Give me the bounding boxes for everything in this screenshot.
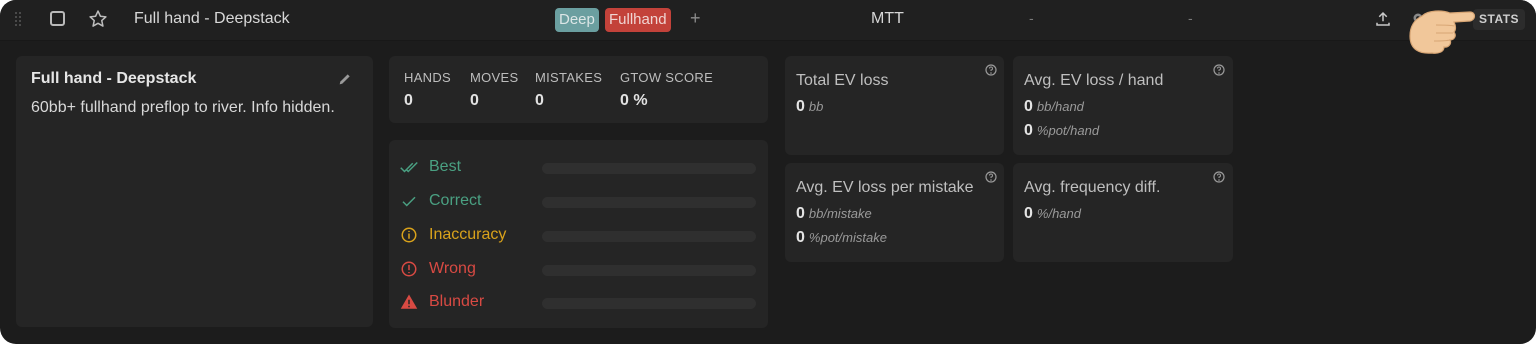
upload-icon[interactable] xyxy=(1374,10,1392,28)
help-icon[interactable] xyxy=(985,171,997,183)
stat-label: Avg. frequency diff. xyxy=(1024,179,1161,196)
grade-progress-bar xyxy=(542,231,756,242)
grade-progress-bar xyxy=(542,163,756,174)
drill-title: Full hand - Deepstack xyxy=(134,10,290,27)
hands-count: HANDS 0 xyxy=(404,70,451,110)
count-label: GTOW SCORE xyxy=(620,70,714,85)
avg-ev-loss-hand-card: Avg. EV loss / hand 0 bb/hand 0 %pot/hand xyxy=(1013,56,1233,155)
stat-value: 0 bb xyxy=(796,98,823,116)
grade-label: Wrong xyxy=(429,260,476,277)
grade-label: Inaccuracy xyxy=(429,226,507,243)
count-label: MISTAKES xyxy=(535,70,603,85)
tag-fullhand[interactable]: Fullhand xyxy=(605,8,671,32)
stat-label: Total EV loss xyxy=(796,72,889,89)
moves-count: MOVES 0 xyxy=(470,70,518,110)
mistakes-count: MISTAKES 0 xyxy=(535,70,602,110)
stat-label: Avg. EV loss per mistake xyxy=(796,179,974,196)
drill-info-card: Full hand - Deepstack 60bb+ fullhand pre… xyxy=(16,56,373,327)
field-2-value: - xyxy=(1188,10,1193,26)
info-title: Full hand - Deepstack xyxy=(31,70,197,87)
grades-card: Best Correct Inaccuracy Wrong Blunder xyxy=(389,140,768,328)
check-icon xyxy=(402,196,416,207)
stat-unit: %/hand xyxy=(1036,206,1081,221)
info-description: 60bb+ fullhand preflop to river. Info hi… xyxy=(31,99,335,116)
avg-ev-loss-mistake-card: Avg. EV loss per mistake 0 bb/mistake 0 %p… xyxy=(785,163,1004,262)
stat-number: 0 xyxy=(1024,205,1033,222)
stat-number: 0 xyxy=(796,98,805,115)
avg-frequency-diff-card: Avg. frequency diff. 0 %/hand xyxy=(1013,163,1233,262)
tag-deep[interactable]: Deep xyxy=(555,8,599,32)
help-icon[interactable] xyxy=(985,64,997,76)
stat-value: 0 %pot/mistake xyxy=(796,229,887,247)
stats-button[interactable]: STATS xyxy=(1473,9,1526,30)
warning-triangle-icon xyxy=(400,294,418,309)
count-value: 0 % xyxy=(620,92,648,109)
add-tag-button[interactable]: + xyxy=(690,8,701,29)
stat-number: 0 xyxy=(796,229,805,246)
counts-card: HANDS 0 MOVES 0 MISTAKES 0 GTOW SCORE 0 … xyxy=(389,56,768,123)
pointing-hand-icon xyxy=(1409,10,1476,54)
header-bar: Full hand - Deepstack Deep Fullhand + MT… xyxy=(0,0,1536,54)
grade-label: Blunder xyxy=(429,293,485,310)
stat-unit: bb/hand xyxy=(1036,99,1084,114)
star-icon[interactable] xyxy=(88,9,108,29)
grade-row-correct: Correct xyxy=(400,190,760,212)
field-1-value: - xyxy=(1029,10,1034,26)
gtow-score: GTOW SCORE 0 % xyxy=(620,70,713,110)
stat-value: 0 bb/mistake xyxy=(796,205,872,223)
stat-number: 0 xyxy=(1024,98,1033,115)
grade-label: Correct xyxy=(429,192,482,209)
count-label: MOVES xyxy=(470,70,519,85)
total-ev-loss-card: Total EV loss 0 bb xyxy=(785,56,1004,155)
format-label: MTT xyxy=(871,10,904,27)
stat-number: 0 xyxy=(1024,122,1033,139)
app-frame: Full hand - Deepstack Deep Fullhand + MT… xyxy=(0,0,1536,344)
stat-label: Avg. EV loss / hand xyxy=(1024,72,1164,89)
grade-progress-bar xyxy=(542,265,756,276)
count-value: 0 xyxy=(404,92,413,109)
stat-number: 0 xyxy=(796,205,805,222)
help-icon[interactable] xyxy=(1213,64,1225,76)
help-icon[interactable] xyxy=(1213,171,1225,183)
grade-row-blunder: Blunder xyxy=(400,291,760,313)
grade-row-wrong: Wrong xyxy=(400,258,760,280)
stat-value: 0 bb/hand xyxy=(1024,98,1084,116)
grade-progress-bar xyxy=(542,298,756,309)
stat-unit: bb/mistake xyxy=(808,206,872,221)
select-checkbox[interactable] xyxy=(50,11,65,26)
stat-unit: %pot/mistake xyxy=(808,230,887,245)
count-value: 0 xyxy=(535,92,544,109)
info-circle-icon xyxy=(401,227,417,243)
grade-progress-bar xyxy=(542,197,756,208)
count-value: 0 xyxy=(470,92,479,109)
double-check-icon xyxy=(400,161,418,173)
grade-row-inaccuracy: Inaccuracy xyxy=(400,224,760,246)
grade-row-best: Best xyxy=(400,156,760,178)
stat-value: 0 %pot/hand xyxy=(1024,122,1099,140)
stat-value: 0 %/hand xyxy=(1024,205,1081,223)
alert-circle-icon xyxy=(401,261,417,277)
drag-handle-icon[interactable] xyxy=(14,11,22,29)
count-label: HANDS xyxy=(404,70,452,85)
stat-unit: bb xyxy=(808,99,824,114)
grade-label: Best xyxy=(429,158,462,175)
edit-icon[interactable] xyxy=(337,71,353,87)
stat-unit: %pot/hand xyxy=(1036,123,1100,138)
